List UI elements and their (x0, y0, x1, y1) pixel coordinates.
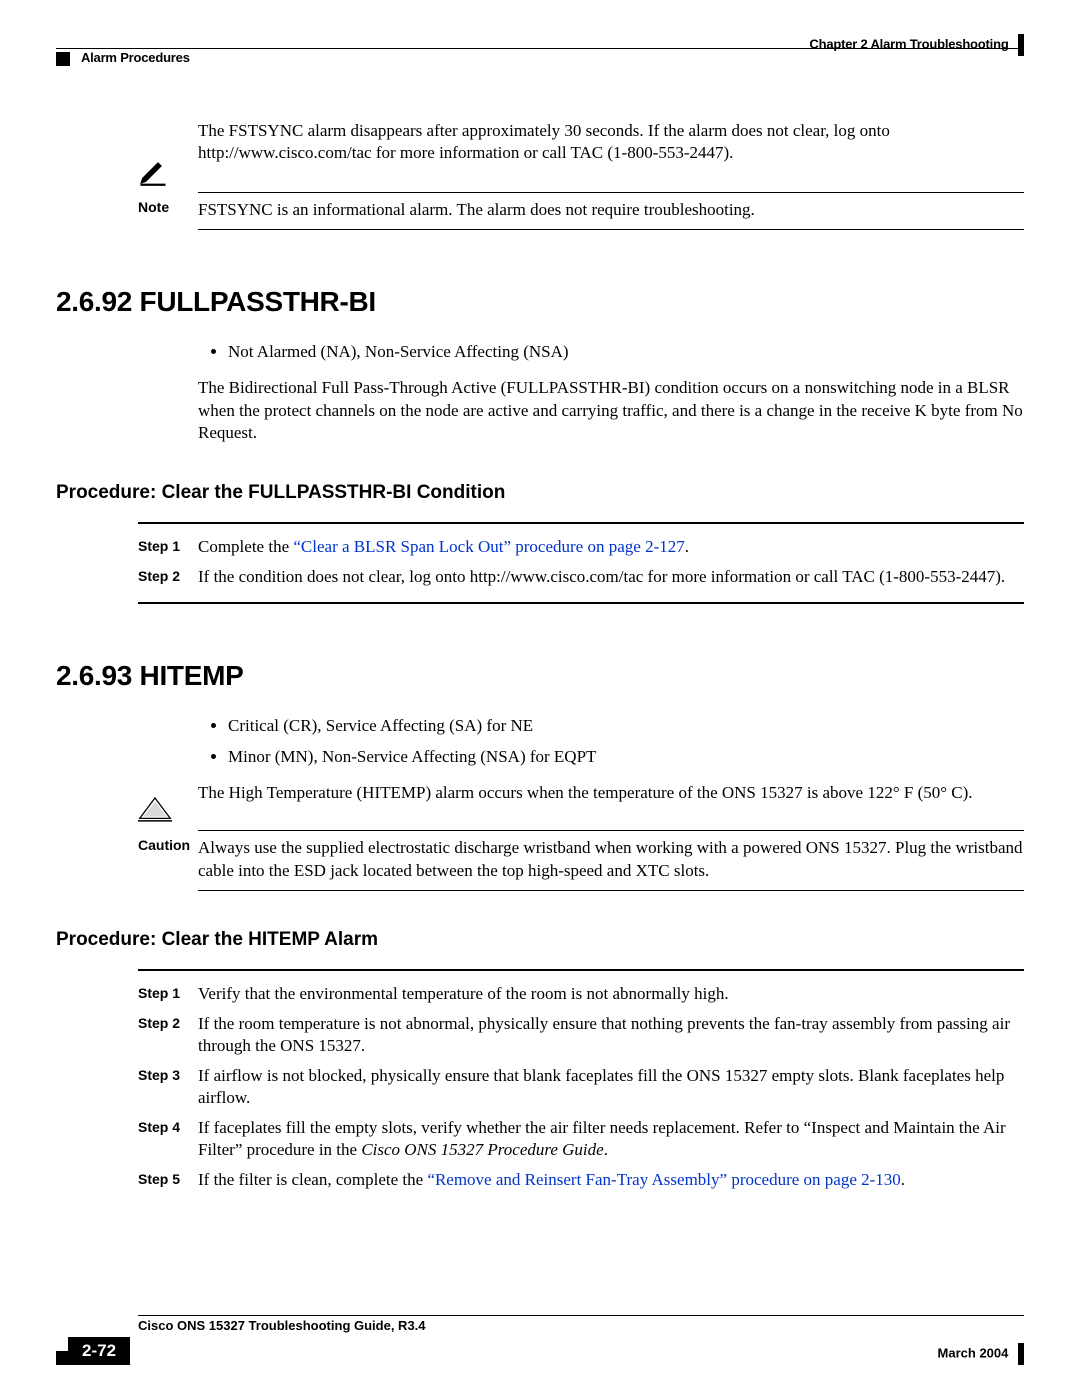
xref-link[interactable]: “Clear a BLSR Span Lock Out” procedure o… (293, 537, 684, 556)
step-label: Step 3 (56, 1065, 198, 1083)
procedure-heading: Procedure: Clear the HITEMP Alarm (56, 929, 1024, 951)
section-paragraph: The Bidirectional Full Pass-Through Acti… (198, 377, 1024, 443)
bullet-list: Critical (CR), Service Affecting (SA) fo… (198, 712, 1024, 770)
step-text: If faceplates fill the empty slots, veri… (198, 1117, 1024, 1161)
step-label: Step 5 (56, 1169, 198, 1187)
caution-callout: Caution Always use the supplied electros… (56, 830, 1024, 890)
section-paragraph: The High Temperature (HITEMP) alarm occu… (198, 782, 1024, 804)
step-text: If the condition does not clear, log ont… (198, 566, 1024, 588)
section-heading-fullpassthr: 2.6.92 FULLPASSTHR-BI (56, 286, 1024, 318)
rule (138, 969, 1024, 971)
rule (138, 522, 1024, 524)
rule (198, 229, 1024, 230)
note-label: Note (138, 199, 169, 215)
step-text: Complete the “Clear a BLSR Span Lock Out… (198, 536, 1024, 558)
step-row: Step 3 If airflow is not blocked, physic… (56, 1065, 1024, 1109)
step-label: Step 4 (56, 1117, 198, 1135)
procedure-heading: Procedure: Clear the FULLPASSTHR-BI Cond… (56, 482, 1024, 504)
pencil-icon (138, 156, 198, 192)
step-row: Step 5 If the filter is clean, complete … (56, 1169, 1024, 1191)
xref-link[interactable]: “Remove and Reinsert Fan-Tray Assembly” … (427, 1170, 900, 1189)
rule (138, 602, 1024, 604)
step-text: If the room temperature is not abnormal,… (198, 1013, 1024, 1057)
rule (138, 1315, 1024, 1316)
step-row: Step 4 If faceplates fill the empty slot… (56, 1117, 1024, 1161)
step-label: Step 2 (56, 566, 198, 584)
rule (198, 890, 1024, 891)
step-row: Step 1 Verify that the environmental tem… (56, 983, 1024, 1005)
caution-icon (138, 796, 198, 828)
section-label: Alarm Procedures (81, 50, 190, 65)
footer: Cisco ONS 15327 Troubleshooting Guide, R… (56, 1315, 1024, 1365)
step-label: Step 1 (56, 983, 198, 1001)
header-square-icon (56, 52, 70, 66)
footer-bar-icon (1018, 1343, 1024, 1365)
note-callout: Note FSTSYNC is an informational alarm. … (56, 190, 1024, 230)
bullet-item: Not Alarmed (NA), Non-Service Affecting … (228, 338, 1024, 365)
rule (198, 830, 1024, 831)
note-text: FSTSYNC is an informational alarm. The a… (198, 199, 1024, 221)
content: The FSTSYNC alarm disappears after appro… (56, 120, 1024, 1199)
header-bar-icon (1018, 34, 1024, 56)
step-text: Verify that the environmental temperatur… (198, 983, 1024, 1005)
caution-label: Caution (138, 837, 190, 853)
step-row: Step 2 If the room temperature is not ab… (56, 1013, 1024, 1057)
section-heading-hitemp: 2.6.93 HITEMP (56, 660, 1024, 692)
step-row: Step 1 Complete the “Clear a BLSR Span L… (56, 536, 1024, 558)
header-right: Chapter 2 Alarm Troubleshooting (809, 34, 1024, 56)
rule (198, 192, 1024, 193)
page-number: 2-72 (68, 1337, 130, 1365)
page: Chapter 2 Alarm Troubleshooting Alarm Pr… (0, 0, 1080, 1397)
caution-text: Always use the supplied electrostatic di… (198, 837, 1024, 881)
bullet-item: Critical (CR), Service Affecting (SA) fo… (228, 712, 1024, 739)
step-text: If airflow is not blocked, physically en… (198, 1065, 1024, 1109)
footer-title: Cisco ONS 15327 Troubleshooting Guide, R… (138, 1318, 1024, 1333)
step-text: If the filter is clean, complete the “Re… (198, 1169, 1024, 1191)
header-left: Alarm Procedures (56, 50, 190, 66)
intro-paragraph: The FSTSYNC alarm disappears after appro… (198, 120, 1024, 164)
step-label: Step 2 (56, 1013, 198, 1031)
bullet-list: Not Alarmed (NA), Non-Service Affecting … (198, 338, 1024, 365)
footer-date: March 2004 (938, 1343, 1024, 1365)
chapter-label: Chapter 2 Alarm Troubleshooting (809, 36, 1008, 51)
step-row: Step 2 If the condition does not clear, … (56, 566, 1024, 588)
bullet-item: Minor (MN), Non-Service Affecting (NSA) … (228, 743, 1024, 770)
step-label: Step 1 (56, 536, 198, 554)
